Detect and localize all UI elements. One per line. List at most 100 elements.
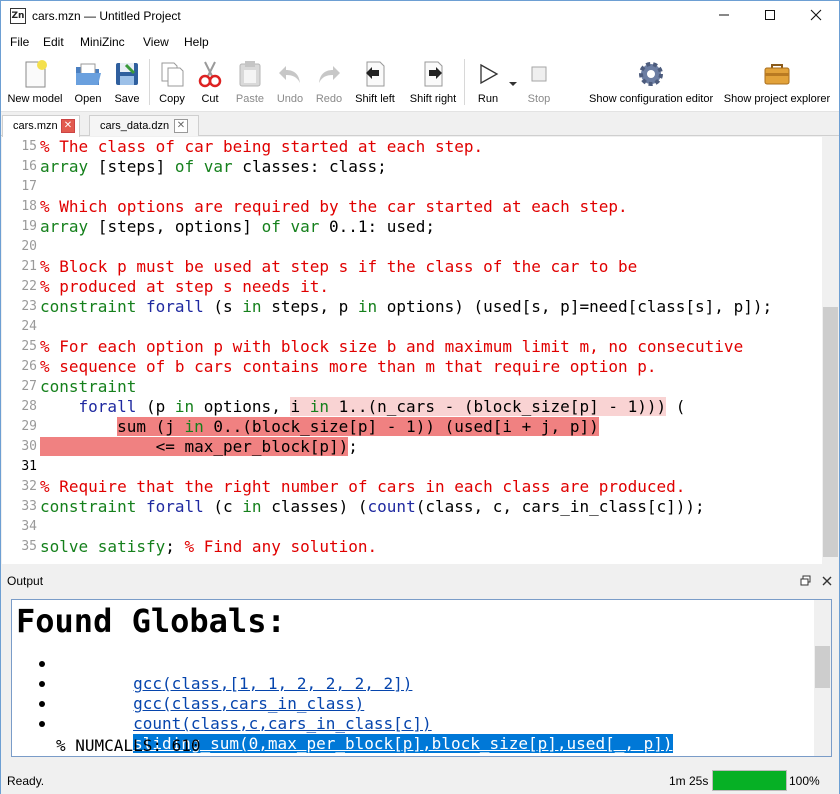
close-window-button[interactable] <box>793 1 839 31</box>
code-line[interactable]: 31 <box>2 457 822 477</box>
line-number: 24 <box>21 319 37 334</box>
menu-minizinc[interactable]: MiniZinc <box>80 35 125 49</box>
toolbar: New model Open Save Copy Cut Paste Undo … <box>1 53 839 112</box>
code-token: (class, c, cars_in_class[c])); <box>415 497 705 516</box>
code-token: of var <box>261 217 320 236</box>
code-text: constraint forall (c in classes) (count(… <box>40 497 705 517</box>
code-token: constraint <box>40 377 137 396</box>
scrollbar-thumb[interactable] <box>815 646 830 688</box>
list-item[interactable]: gcc(class,cars_in_class) <box>39 674 364 713</box>
scrollbar-thumb[interactable] <box>823 307 838 557</box>
numcalls-text: % NUMCALLS: 610 <box>56 736 201 755</box>
tab-label: cars_data.dzn <box>100 120 170 132</box>
code-line[interactable]: 33 constraint forall (c in classes) (coun… <box>2 497 822 517</box>
list-item[interactable]: sliding_sum(0,max_per_block[p],block_siz… <box>39 714 673 753</box>
code-token: in <box>242 297 262 316</box>
code-line[interactable]: 17 <box>2 177 822 197</box>
code-text: % produced at step s needs it. <box>40 277 329 297</box>
code-token: steps, p <box>261 297 358 316</box>
code-line[interactable]: 20 <box>2 237 822 257</box>
code-line[interactable]: 22% produced at step s needs it. <box>2 277 822 297</box>
shift-right-button[interactable]: Shift right <box>410 57 456 111</box>
output-heading: Found Globals: <box>16 602 286 640</box>
code-token: sum (j <box>117 417 185 436</box>
tab-cars-data-dzn[interactable]: cars_data.dzn ✕ <box>89 115 199 136</box>
stop-button[interactable]: Stop <box>525 57 553 111</box>
stop-icon <box>531 66 547 82</box>
run-button[interactable]: Run <box>473 57 503 111</box>
code-text: % Require that the right number of cars … <box>40 477 685 497</box>
menu-file[interactable]: File <box>10 35 29 49</box>
code-token: solve satisfy <box>40 537 166 556</box>
minimize-icon <box>719 14 729 16</box>
global-link[interactable]: sliding_sum(0,max_per_block[p],block_siz… <box>133 734 673 753</box>
code-line[interactable]: 34 <box>2 517 822 537</box>
list-item[interactable]: count(class,c,cars_in_class[c]) <box>39 694 432 733</box>
code-line[interactable]: 28 forall (p in options, i in 1..(n_cars… <box>2 397 822 417</box>
gear-icon <box>639 62 663 86</box>
shift-left-button[interactable]: Shift left <box>355 57 395 111</box>
code-text: % sequence of b cars contains more than … <box>40 357 657 377</box>
maximize-button[interactable] <box>747 1 793 31</box>
code-token: constraint <box>40 297 137 316</box>
redo-button[interactable]: Redo <box>312 57 346 111</box>
code-line[interactable]: 24 <box>2 317 822 337</box>
bullet-icon <box>39 661 45 667</box>
line-number: 27 <box>21 379 37 394</box>
close-tab-icon[interactable]: ✕ <box>174 119 188 133</box>
save-button[interactable]: Save <box>111 57 143 111</box>
code-line[interactable]: 35 solve satisfy; % Find any solution. <box>2 537 822 557</box>
code-token: % Block p must be used at step s if the … <box>40 257 638 276</box>
config-editor-button[interactable]: Show configuration editor <box>589 57 713 111</box>
line-number: 16 <box>21 159 37 174</box>
menu-edit[interactable]: Edit <box>43 35 64 49</box>
code-line[interactable]: 23 constraint forall (s in steps, p in op… <box>2 297 822 317</box>
close-output-icon[interactable] <box>822 576 832 586</box>
bullet-icon <box>39 681 45 687</box>
code-text: % Which options are required by the car … <box>40 197 628 217</box>
line-number: 23 <box>21 299 37 314</box>
code-line[interactable]: 26% sequence of b cars contains more tha… <box>2 357 822 377</box>
code-token: in <box>242 497 262 516</box>
minimize-button[interactable] <box>701 1 747 31</box>
close-tab-icon[interactable]: ✕ <box>61 119 75 133</box>
line-number: 21 <box>21 259 37 274</box>
line-number: 35 <box>21 539 37 554</box>
code-token: count <box>367 497 416 516</box>
code-line[interactable]: 30 <= max_per_block[p]); <box>2 437 822 457</box>
code-editor[interactable]: 15% The class of car being started at ea… <box>2 137 839 564</box>
code-line[interactable]: 25% For each option p with block size b … <box>2 337 822 357</box>
new-model-button[interactable]: New model <box>7 57 63 111</box>
app-icon: Zn <box>10 8 26 24</box>
code-token: 0..(block_size[p] - 1)) (used[i + j, p]) <box>203 417 599 436</box>
menu-view[interactable]: View <box>143 35 169 49</box>
code-token: i <box>290 397 310 416</box>
editor-vertical-scrollbar[interactable] <box>822 137 839 564</box>
code-line[interactable]: 16 array [steps] of var classes: class; <box>2 157 822 177</box>
chevron-down-icon <box>509 82 517 86</box>
line-number: 15 <box>21 139 37 154</box>
list-item[interactable]: gcc(class,[1, 1, 2, 2, 2, 2]) <box>39 654 412 693</box>
open-button[interactable]: Open <box>71 57 105 111</box>
code-line[interactable]: 18% Which options are required by the ca… <box>2 197 822 217</box>
output-panel[interactable]: Found Globals: gcc(class,[1, 1, 2, 2, 2,… <box>11 599 832 757</box>
title-bar: Zn cars.mzn — Untitled Project <box>1 1 839 32</box>
code-line[interactable]: 32% Require that the right number of car… <box>2 477 822 497</box>
code-line[interactable]: 29 sum (j in 0..(block_size[p] - 1)) (us… <box>2 417 822 437</box>
menu-help[interactable]: Help <box>184 35 209 49</box>
code-token: (c <box>203 497 243 516</box>
line-number: 17 <box>21 179 37 194</box>
code-line[interactable]: 27 constraint <box>2 377 822 397</box>
line-number: 26 <box>21 359 37 374</box>
code-line[interactable]: 21% Block p must be used at step s if th… <box>2 257 822 277</box>
code-token: forall <box>78 397 137 416</box>
code-line[interactable]: 19 array [steps, options] of var 0..1: us… <box>2 217 822 237</box>
tab-cars-mzn[interactable]: cars.mzn ✕ <box>2 115 80 137</box>
code-token: array <box>40 217 89 236</box>
project-explorer-button[interactable]: Show project explorer <box>724 57 830 111</box>
code-line[interactable]: 15% The class of car being started at ea… <box>2 137 822 157</box>
undock-icon[interactable] <box>800 575 811 586</box>
output-vertical-scrollbar[interactable] <box>814 600 831 756</box>
output-title: Output <box>7 574 44 588</box>
